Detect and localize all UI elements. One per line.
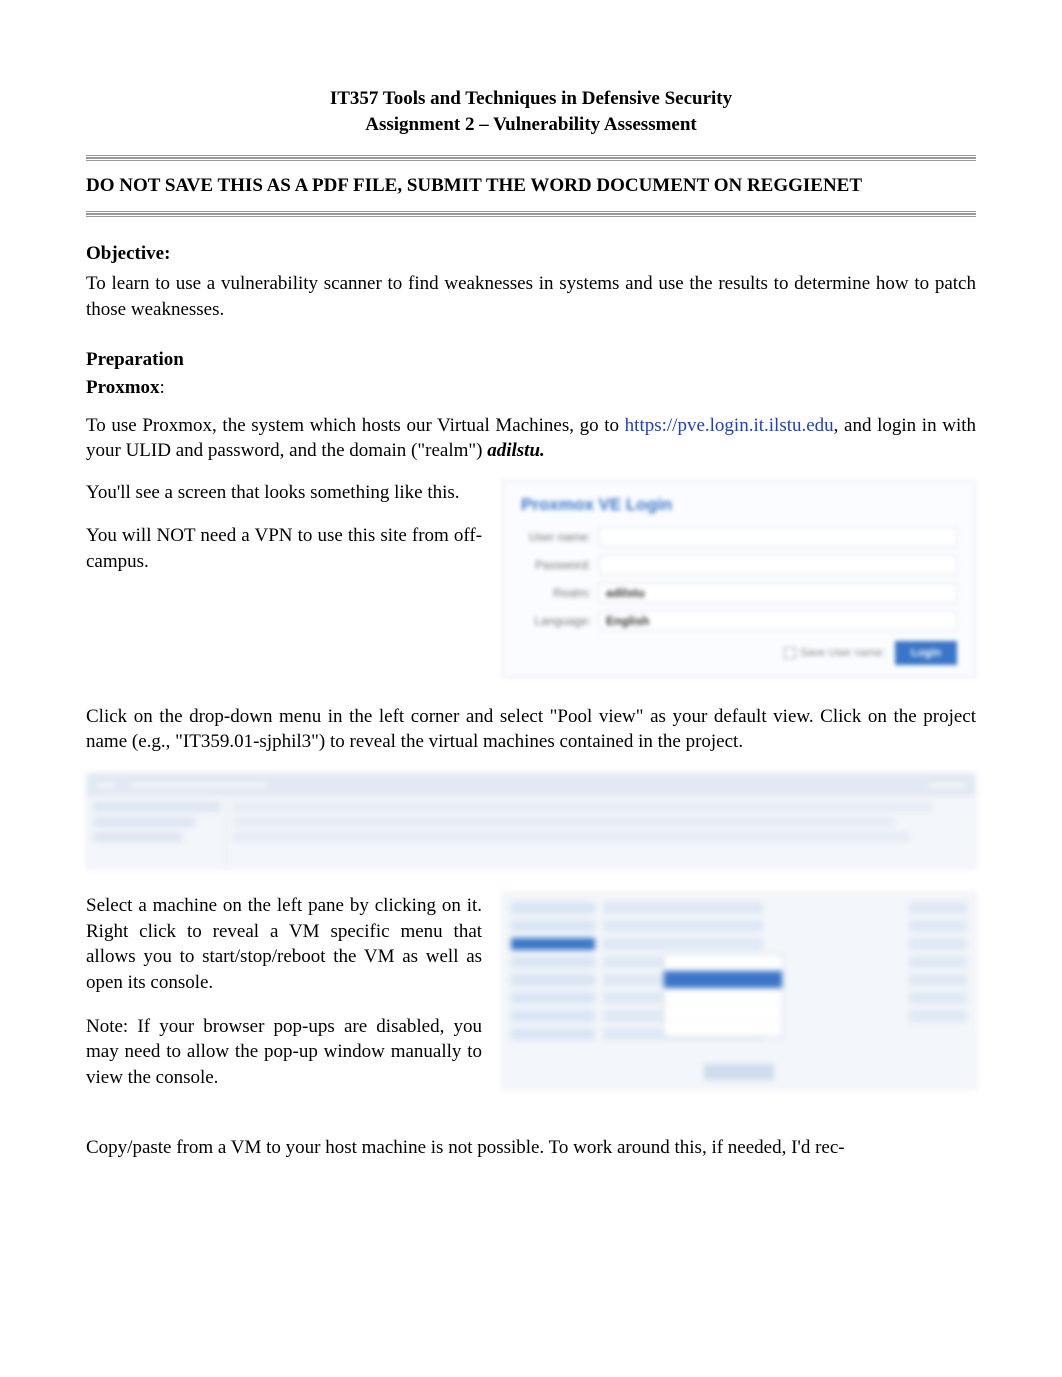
- realm-select[interactable]: adilstu: [599, 583, 957, 603]
- password-input[interactable]: [599, 555, 957, 575]
- username-input[interactable]: [599, 527, 957, 547]
- vm-p2: Note: If your browser pop-ups are disabl…: [86, 1014, 482, 1091]
- vm-left-text: Select a machine on the left pane by cli…: [86, 893, 482, 1108]
- realm-label: Realm:: [521, 586, 599, 600]
- dashboard-screenshot: [86, 773, 976, 869]
- language-label: Language:: [521, 614, 599, 628]
- objective-text: To learn to use a vulnerability scanner …: [86, 271, 976, 322]
- checkbox-icon: [784, 647, 796, 659]
- vm-context-menu-panel: [502, 893, 976, 1089]
- proxmox-label: Proxmox: [86, 377, 160, 398]
- proxmox-intro: To use Proxmox, the system which hosts o…: [86, 413, 976, 464]
- login-dialog: Proxmox VE Login User name: Password: Re…: [502, 480, 976, 678]
- course-title: IT357 Tools and Techniques in Defensive …: [86, 86, 976, 112]
- realm-value: adilstu.: [487, 440, 545, 461]
- login-button[interactable]: Login: [895, 641, 957, 665]
- submission-warning: DO NOT SAVE THIS AS A PDF FILE, SUBMIT T…: [86, 175, 976, 197]
- copy-paste-text: Copy/paste from a VM to your host machin…: [86, 1135, 976, 1161]
- preparation-heading: Preparation: [86, 349, 976, 371]
- proxmox-url-link[interactable]: https://pve.login.it.ilstu.edu: [625, 415, 834, 436]
- login-p2: You will NOT need a VPN to use this site…: [86, 523, 482, 574]
- save-username-checkbox[interactable]: Save User name:: [784, 647, 885, 659]
- password-label: Password:: [521, 558, 599, 572]
- divider-bottom: [86, 211, 976, 217]
- language-select[interactable]: English: [599, 611, 957, 631]
- objective-heading: Objective:: [86, 243, 976, 265]
- proxmox-subheading: Proxmox:: [86, 377, 976, 399]
- vm-screenshot: [502, 893, 976, 1089]
- login-two-column: You'll see a screen that looks something…: [86, 480, 976, 678]
- username-label: User name:: [521, 530, 599, 544]
- login-screenshot: Proxmox VE Login User name: Password: Re…: [502, 480, 976, 678]
- login-p1: You'll see a screen that looks something…: [86, 480, 482, 506]
- pool-view-text: Click on the drop-down menu in the left …: [86, 704, 976, 755]
- document-header: IT357 Tools and Techniques in Defensive …: [86, 86, 976, 137]
- vm-p1: Select a machine on the left pane by cli…: [86, 893, 482, 996]
- login-dialog-title: Proxmox VE Login: [521, 495, 957, 515]
- divider-top: [86, 155, 976, 161]
- login-left-text: You'll see a screen that looks something…: [86, 480, 482, 593]
- vm-two-column: Select a machine on the left pane by cli…: [86, 893, 976, 1108]
- assignment-title: Assignment 2 – Vulnerability Assessment: [86, 112, 976, 138]
- context-menu[interactable]: [663, 954, 783, 1038]
